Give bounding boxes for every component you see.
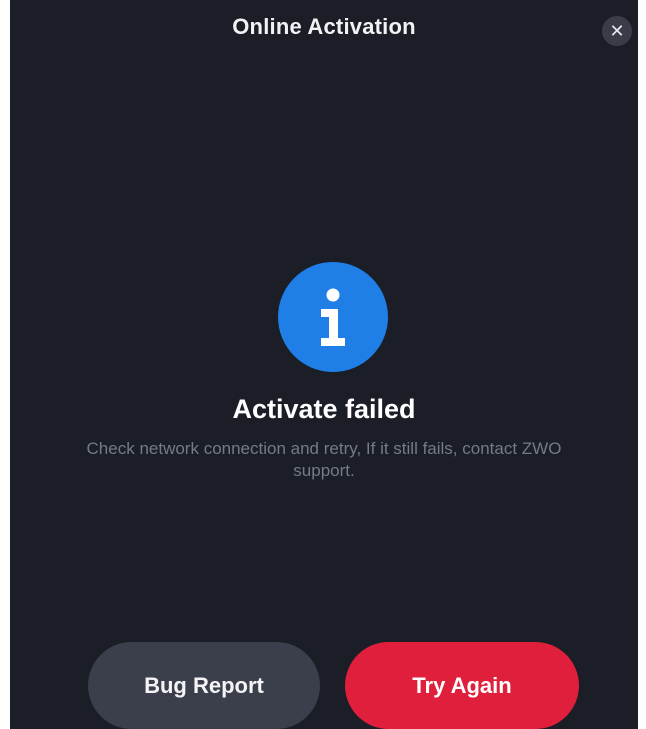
try-again-button[interactable]: Try Again xyxy=(345,642,579,729)
info-icon xyxy=(278,262,388,372)
activation-screen: Online Activation ✕ Activate failed Chec… xyxy=(10,0,638,729)
dialog-title: Online Activation xyxy=(232,14,416,39)
close-button[interactable]: ✕ xyxy=(602,16,632,46)
close-icon: ✕ xyxy=(609,21,625,41)
status-message: Check network connection and retry, If i… xyxy=(86,439,562,480)
bug-report-button[interactable]: Bug Report xyxy=(88,642,320,729)
status-heading: Activate failed xyxy=(232,394,416,424)
